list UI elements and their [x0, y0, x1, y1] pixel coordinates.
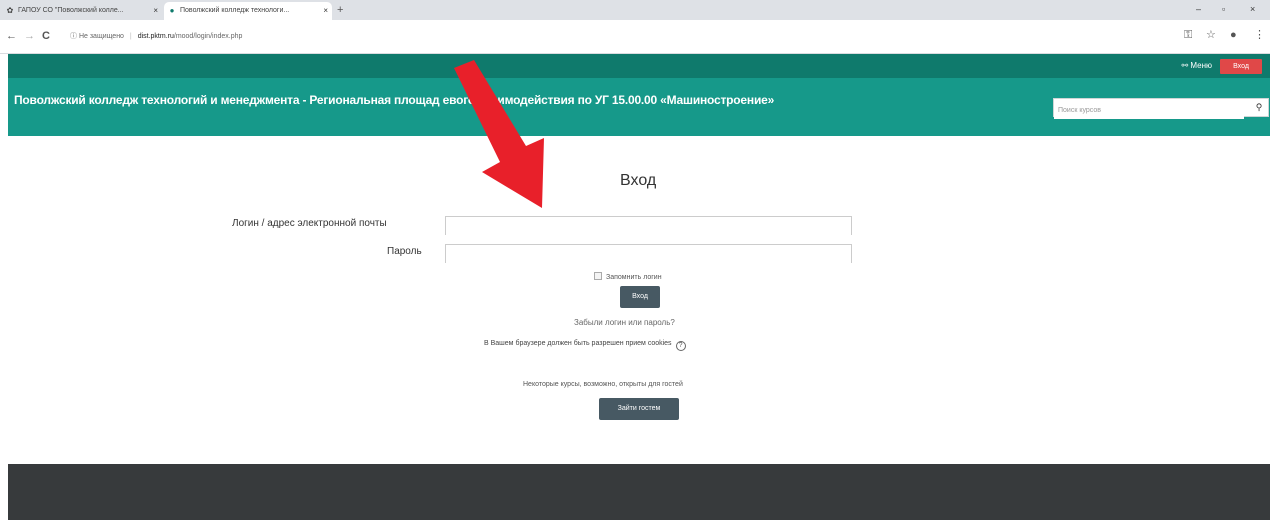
- site-banner: Поволжский колледж технологий и менеджме…: [8, 78, 1270, 136]
- password-input[interactable]: [446, 246, 851, 264]
- key-icon[interactable]: ⚿: [1184, 28, 1192, 42]
- red-arrow-annotation-icon: [454, 60, 544, 208]
- search-icon[interactable]: ⚲: [1252, 100, 1266, 115]
- menu-link[interactable]: ⚯ Меню: [1181, 59, 1212, 73]
- page-footer: [8, 464, 1270, 520]
- login-submit-button[interactable]: Вход: [620, 286, 660, 308]
- guest-access-note: Некоторые курсы, возможно, открыты для г…: [523, 381, 683, 388]
- url-path: /mood/login/index.php: [173, 33, 243, 40]
- new-tab-icon[interactable]: +: [337, 2, 343, 18]
- password-label: Пароль: [387, 246, 422, 257]
- browser-tab-2-active[interactable]: ● Поволжский колледж технологи... ×: [164, 2, 332, 20]
- header-login-button[interactable]: Вход: [1220, 59, 1262, 74]
- page: ✿ ГАПОУ СО "Поволжский колле... × ● Пово…: [0, 0, 1270, 520]
- more-menu-icon[interactable]: ⋮: [1254, 28, 1265, 42]
- moodle-favicon-icon: ●: [169, 6, 175, 15]
- remember-checkbox[interactable]: [594, 272, 602, 280]
- site-title: Поволжский колледж технологий и менеджме…: [14, 93, 775, 107]
- site-top-navbar: ⚯ Меню Вход: [8, 54, 1270, 78]
- course-search-input[interactable]: [1054, 102, 1244, 119]
- forgot-password-link[interactable]: Забыли логин или пароль?: [574, 318, 675, 327]
- site-favicon-icon: ✿: [6, 6, 14, 15]
- username-label: Логин / адрес электронной почты: [232, 218, 387, 229]
- forward-icon[interactable]: →: [24, 29, 35, 43]
- cookies-notice: В Вашем браузере должен быть разрешен пр…: [484, 340, 686, 351]
- maximize-icon[interactable]: ▫: [1222, 2, 1225, 16]
- guest-login-button[interactable]: Зайти гостем: [599, 398, 679, 420]
- url-host: dist.pktm.ru: [137, 33, 174, 40]
- tab-label: Поволжский колледж технологи...: [180, 7, 290, 14]
- browser-tab-1[interactable]: ✿ ГАПОУ СО "Поволжский колле... ×: [2, 2, 162, 20]
- help-icon[interactable]: ?: [675, 341, 686, 351]
- window-close-icon[interactable]: ×: [1250, 2, 1255, 16]
- tab-close-icon[interactable]: ×: [323, 2, 328, 20]
- browser-tab-bar: ✿ ГАПОУ СО "Поволжский колле... × ● Пово…: [0, 0, 1270, 20]
- security-status: Не защищено: [78, 33, 124, 40]
- tab-label: ГАПОУ СО "Поволжский колле...: [18, 7, 124, 14]
- url-field[interactable]: ⓘ Не защищено | dist.pktm.ru/mood/login/…: [70, 28, 242, 46]
- remember-username[interactable]: Запомнить логин: [594, 272, 662, 281]
- reload-icon[interactable]: C: [42, 29, 50, 43]
- back-icon[interactable]: ←: [6, 29, 17, 43]
- minimize-icon[interactable]: –: [1196, 2, 1201, 16]
- page-title: Вход: [620, 172, 657, 189]
- profile-icon[interactable]: ●: [1230, 28, 1237, 42]
- info-icon: ⓘ: [70, 33, 79, 40]
- browser-address-bar: ← → C ⓘ Не защищено | dist.pktm.ru/mood/…: [0, 20, 1270, 54]
- login-panel: Вход Логин / адрес электронной почты Пар…: [8, 136, 1270, 464]
- course-search: ⚲: [1053, 98, 1269, 119]
- password-field-wrapper: [445, 244, 852, 264]
- username-input[interactable]: [446, 218, 851, 236]
- username-field-wrapper: [445, 216, 852, 236]
- tab-close-icon[interactable]: ×: [153, 2, 158, 20]
- bookmark-star-icon[interactable]: ☆: [1206, 28, 1216, 42]
- remember-label: Запомнить логин: [606, 274, 662, 281]
